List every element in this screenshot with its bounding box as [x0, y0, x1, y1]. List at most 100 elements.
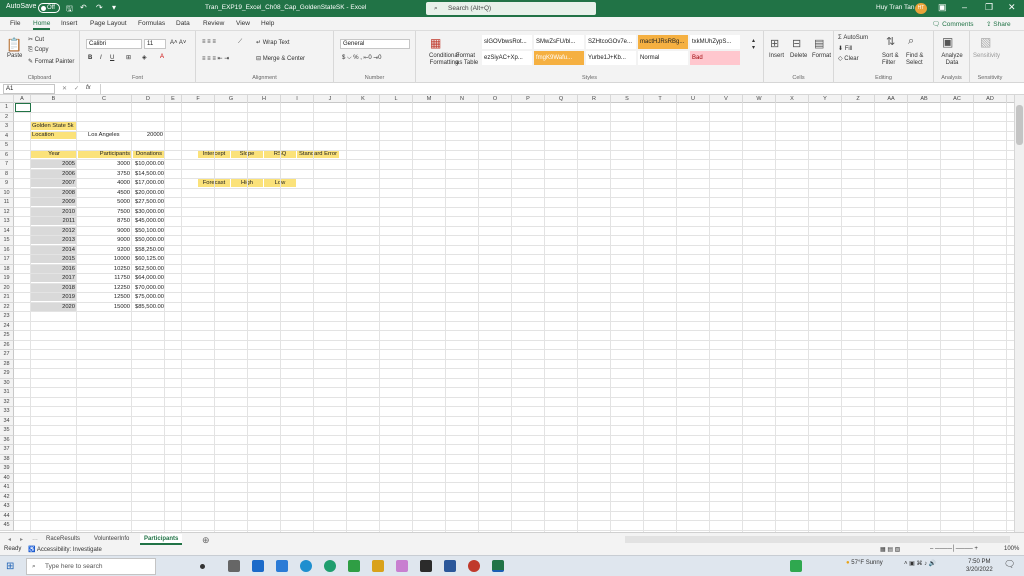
search-box[interactable]: ⌕ Search (Alt+Q) — [426, 2, 596, 15]
year-cell[interactable]: 2017 — [31, 274, 77, 282]
cell-style-option[interactable]: Bad — [690, 51, 740, 65]
row-header[interactable]: 15 — [0, 236, 14, 246]
row-header[interactable]: 4 — [0, 131, 14, 141]
donations-cell[interactable]: $75,000.00 — [133, 293, 165, 301]
tab-review[interactable]: Review — [203, 20, 224, 27]
year-cell[interactable]: 2013 — [31, 236, 77, 244]
media-icon[interactable] — [420, 560, 432, 572]
participants-cell[interactable]: 5000 — [78, 198, 132, 206]
row-header[interactable]: 28 — [0, 359, 14, 369]
worksheet-grid[interactable]: Golden State 5k Location Los Angeles 200… — [0, 103, 1014, 532]
word-icon[interactable] — [444, 560, 456, 572]
participants-header[interactable]: Participants — [78, 150, 132, 158]
column-header-l[interactable]: L — [380, 95, 413, 103]
row-header[interactable]: 19 — [0, 274, 14, 284]
ribbon-display-icon[interactable]: ▣ — [938, 2, 947, 13]
fill-color-icon[interactable]: ◈ — [142, 54, 147, 61]
widgets-icon[interactable] — [228, 560, 240, 572]
year-cell[interactable]: 2016 — [31, 264, 77, 273]
line-app-icon[interactable] — [790, 560, 802, 572]
donations-cell[interactable]: $17,000.00 — [133, 179, 165, 187]
donations-cell[interactable]: $64,000.00 — [133, 274, 165, 282]
row-header[interactable]: 26 — [0, 340, 14, 350]
participants-cell[interactable]: 11750 — [78, 274, 132, 282]
year-cell[interactable]: 2018 — [31, 283, 77, 292]
cell-style-option[interactable]: SZHtcoGOv7e... — [586, 35, 636, 49]
fill-button[interactable]: ⬇ Fill — [838, 45, 852, 52]
column-header-s[interactable]: S — [611, 95, 644, 103]
column-header-ac[interactable]: AC — [941, 95, 974, 103]
row-header[interactable]: 31 — [0, 388, 14, 398]
accessibility-status[interactable]: ♿ Accessibility: Investigate — [28, 546, 102, 553]
tab-page-layout[interactable]: Page Layout — [90, 20, 127, 27]
row-header[interactable]: 1 — [0, 103, 14, 113]
cut-button[interactable]: ✂ Cut — [28, 36, 44, 43]
donations-cell[interactable]: $45,000.00 — [133, 217, 165, 225]
format-as-table-button[interactable]: Format as Table — [456, 53, 480, 67]
comments-button[interactable]: 🗨 Comments — [932, 20, 974, 28]
row-header[interactable]: 30 — [0, 378, 14, 388]
number-format-select[interactable]: General — [340, 39, 410, 49]
row-header[interactable]: 18 — [0, 264, 14, 274]
sheet-tab-raceresults[interactable]: RaceResults — [42, 534, 84, 545]
row-header[interactable]: 29 — [0, 369, 14, 379]
row-header[interactable]: 2 — [0, 112, 14, 122]
row-header[interactable]: 35 — [0, 426, 14, 436]
view-mode-icons[interactable]: ▦ ▤ ▧ — [880, 546, 900, 553]
row-header[interactable]: 10 — [0, 188, 14, 198]
windows-start-icon[interactable]: ⊞ — [6, 561, 14, 572]
year-cell[interactable]: 2007 — [31, 179, 77, 187]
donations-cell[interactable]: $27,500.00 — [133, 198, 165, 206]
tab-view[interactable]: View — [236, 20, 250, 27]
column-header-z[interactable]: Z — [842, 95, 875, 103]
column-header-f[interactable]: F — [182, 95, 215, 103]
year-cell[interactable]: 2014 — [31, 245, 77, 254]
analyze-data-icon[interactable]: ▣ — [942, 35, 953, 49]
cell-style-option[interactable]: ezSiyAC+Xp... — [482, 51, 532, 65]
row-header[interactable]: 22 — [0, 302, 14, 312]
sort-filter-icon[interactable]: ⇅ — [886, 35, 895, 48]
row-header[interactable]: 38 — [0, 454, 14, 464]
redo-icon[interactable]: ↷ — [96, 3, 103, 12]
year-cell[interactable]: 2019 — [31, 293, 77, 301]
close-icon[interactable]: ✕ — [1008, 2, 1016, 13]
row-header[interactable]: 45 — [0, 521, 14, 531]
donations-cell[interactable]: $50,100.00 — [133, 226, 165, 235]
stats-header-standard-error[interactable]: Standard Error — [297, 150, 339, 158]
participants-cell[interactable]: 12250 — [78, 283, 132, 292]
row-header[interactable]: 5 — [0, 141, 14, 151]
row-header[interactable]: 17 — [0, 255, 14, 265]
donations-cell[interactable]: $50,000.00 — [133, 236, 165, 244]
row-header[interactable]: 34 — [0, 416, 14, 426]
location-number-cell[interactable]: 20000 — [133, 131, 165, 139]
column-header-d[interactable]: D — [132, 95, 165, 103]
column-header-u[interactable]: U — [677, 95, 710, 103]
column-header-v[interactable]: V — [710, 95, 743, 103]
column-header-q[interactable]: Q — [545, 95, 578, 103]
participants-cell[interactable]: 7500 — [78, 207, 132, 216]
borders-icon[interactable]: ⊞ — [126, 54, 131, 61]
font-color-icon[interactable]: A — [160, 54, 164, 60]
task-view-icon[interactable] — [200, 564, 205, 569]
insert-cells-icon[interactable]: ⊞ — [770, 37, 779, 50]
location-value-cell[interactable]: Los Angeles — [78, 131, 132, 139]
vertical-scrollbar[interactable] — [1014, 95, 1024, 532]
column-header-o[interactable]: O — [479, 95, 512, 103]
row-header[interactable]: 37 — [0, 445, 14, 455]
tab-home[interactable]: Home — [33, 20, 51, 30]
donations-cell[interactable]: $20,000.00 — [133, 188, 165, 197]
row-header[interactable]: 32 — [0, 397, 14, 407]
sort-filter-button[interactable]: Sort & Filter — [882, 53, 904, 67]
participants-cell[interactable]: 4000 — [78, 179, 132, 187]
column-header-p[interactable]: P — [512, 95, 545, 103]
donations-cell[interactable]: $70,000.00 — [133, 283, 165, 292]
column-header-h[interactable]: H — [248, 95, 281, 103]
row-header[interactable]: 41 — [0, 483, 14, 493]
row-header[interactable]: 23 — [0, 312, 14, 322]
format-painter-button[interactable]: ✎ Format Painter — [28, 58, 74, 65]
font-size-buttons[interactable]: A˄ A˅ — [170, 40, 186, 46]
row-header[interactable]: 6 — [0, 150, 14, 160]
row-header[interactable]: 11 — [0, 198, 14, 208]
title-cell[interactable]: Golden State 5k — [31, 122, 77, 130]
participants-cell[interactable]: 9000 — [78, 236, 132, 244]
